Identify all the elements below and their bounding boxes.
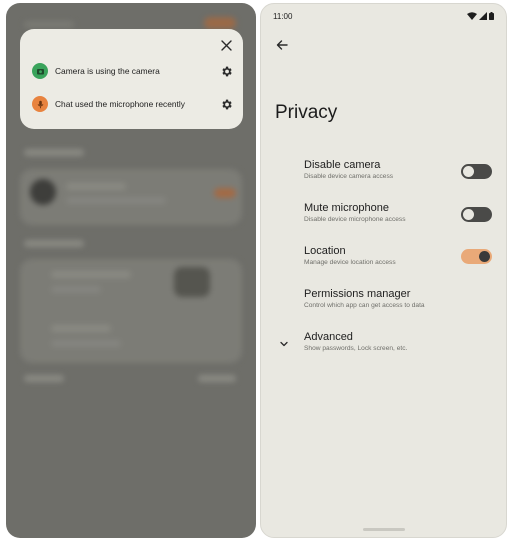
setting-subtitle: Show passwords, Lock screen, etc. — [304, 345, 408, 352]
home-indicator[interactable] — [363, 528, 405, 531]
close-icon[interactable] — [219, 38, 233, 52]
setting-subtitle: Disable device microphone access — [304, 216, 406, 223]
setting-subtitle: Manage device location access — [304, 259, 396, 266]
chevron-down-icon — [280, 341, 288, 347]
toggle-knob — [463, 209, 474, 220]
mute-microphone-toggle[interactable] — [461, 207, 492, 222]
microphone-usage-text: Chat used the microphone recently — [55, 99, 185, 109]
microphone-usage-row[interactable]: Chat used the microphone recently — [32, 94, 233, 114]
setting-title: Mute microphone — [304, 202, 389, 214]
arrow-back-icon[interactable] — [275, 38, 289, 52]
status-bar: 11:00 — [273, 12, 494, 24]
page-title: Privacy — [275, 102, 338, 123]
signal-icon — [479, 12, 487, 20]
camera-usage-row[interactable]: Camera is using the camera — [32, 61, 233, 81]
status-time: 11:00 — [273, 12, 293, 21]
setting-title: Permissions manager — [304, 288, 411, 300]
battery-icon — [489, 12, 494, 20]
setting-mute-microphone[interactable]: Mute microphone Disable device microphon… — [304, 202, 454, 223]
setting-title: Advanced — [304, 331, 353, 343]
disable-camera-toggle[interactable] — [461, 164, 492, 179]
setting-location[interactable]: Location Manage device location access — [304, 245, 454, 266]
camera-icon — [32, 63, 48, 79]
gear-icon[interactable] — [220, 65, 233, 78]
setting-title: Location — [304, 245, 346, 257]
right-phone-screen: 11:00 Privacy Disable camera Disable dev… — [260, 3, 507, 538]
wifi-icon — [467, 12, 477, 20]
toggle-knob — [463, 166, 474, 177]
setting-advanced[interactable]: Advanced Show passwords, Lock screen, et… — [304, 331, 494, 352]
camera-usage-text: Camera is using the camera — [55, 66, 160, 76]
setting-title: Disable camera — [304, 159, 381, 171]
setting-subtitle: Disable device camera access — [304, 173, 394, 180]
privacy-indicator-popup: Camera is using the camera Chat used the… — [20, 29, 243, 129]
gear-icon[interactable] — [220, 98, 233, 111]
toggle-knob — [479, 251, 490, 262]
microphone-icon — [32, 96, 48, 112]
setting-permissions-manager[interactable]: Permissions manager Control which app ca… — [304, 288, 494, 309]
location-toggle[interactable] — [461, 249, 492, 264]
setting-subtitle: Control which app can get access to data — [304, 302, 425, 309]
setting-disable-camera[interactable]: Disable camera Disable device camera acc… — [304, 159, 454, 180]
left-phone-screen: Camera is using the camera Chat used the… — [6, 3, 256, 538]
